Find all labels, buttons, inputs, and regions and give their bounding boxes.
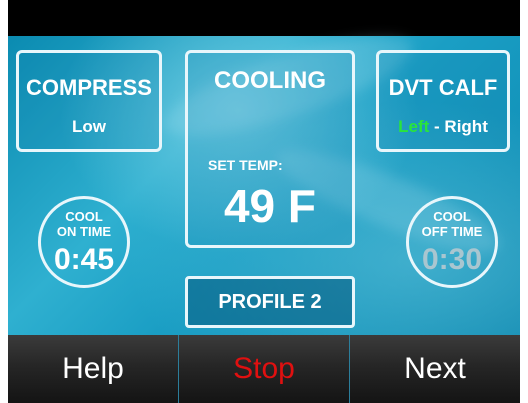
help-button[interactable]: Help — [8, 335, 178, 403]
cooling-panel[interactable]: COOLING SET TEMP: 49 F — [185, 50, 355, 248]
dvt-separator: - — [429, 117, 445, 136]
cool-off-time-dial[interactable]: COOL OFF TIME 0:30 — [406, 196, 498, 288]
cool-on-label-2: ON TIME — [56, 224, 112, 239]
set-temp-value: 49 F — [223, 180, 317, 232]
cool-off-time-value: 0:30 — [421, 243, 483, 276]
dvt-right-option: Right — [444, 117, 488, 136]
cool-on-time-value: 0:45 — [53, 243, 115, 276]
dvt-side-selector: Left - Right — [379, 117, 507, 137]
stop-button[interactable]: Stop — [178, 335, 350, 403]
device-display: COMPRESS Low COOLING SET TEMP: 49 F DVT … — [8, 0, 520, 403]
dvt-left-option: Left — [398, 117, 430, 136]
cool-off-label-2: OFF TIME — [421, 224, 483, 239]
cool-off-label-1: COOL — [433, 209, 471, 224]
dvt-calf-title: DVT CALF — [388, 75, 498, 100]
bottom-nav-bar: Help Stop Next — [8, 335, 520, 403]
dvt-calf-panel[interactable]: DVT CALF Left - Right — [376, 50, 510, 152]
cooling-title: COOLING — [214, 67, 326, 94]
main-screen: COMPRESS Low COOLING SET TEMP: 49 F DVT … — [8, 17, 520, 335]
compress-panel[interactable]: COMPRESS Low — [16, 50, 162, 152]
next-button[interactable]: Next — [350, 335, 520, 403]
cool-on-label-1: COOL — [65, 209, 103, 224]
set-temp-label: SET TEMP: — [208, 157, 283, 173]
compress-value: Low — [72, 117, 106, 136]
cool-on-time-dial[interactable]: COOL ON TIME 0:45 — [38, 196, 130, 288]
profile-button[interactable]: PROFILE 2 — [185, 276, 355, 328]
compress-title: COMPRESS — [26, 75, 152, 100]
